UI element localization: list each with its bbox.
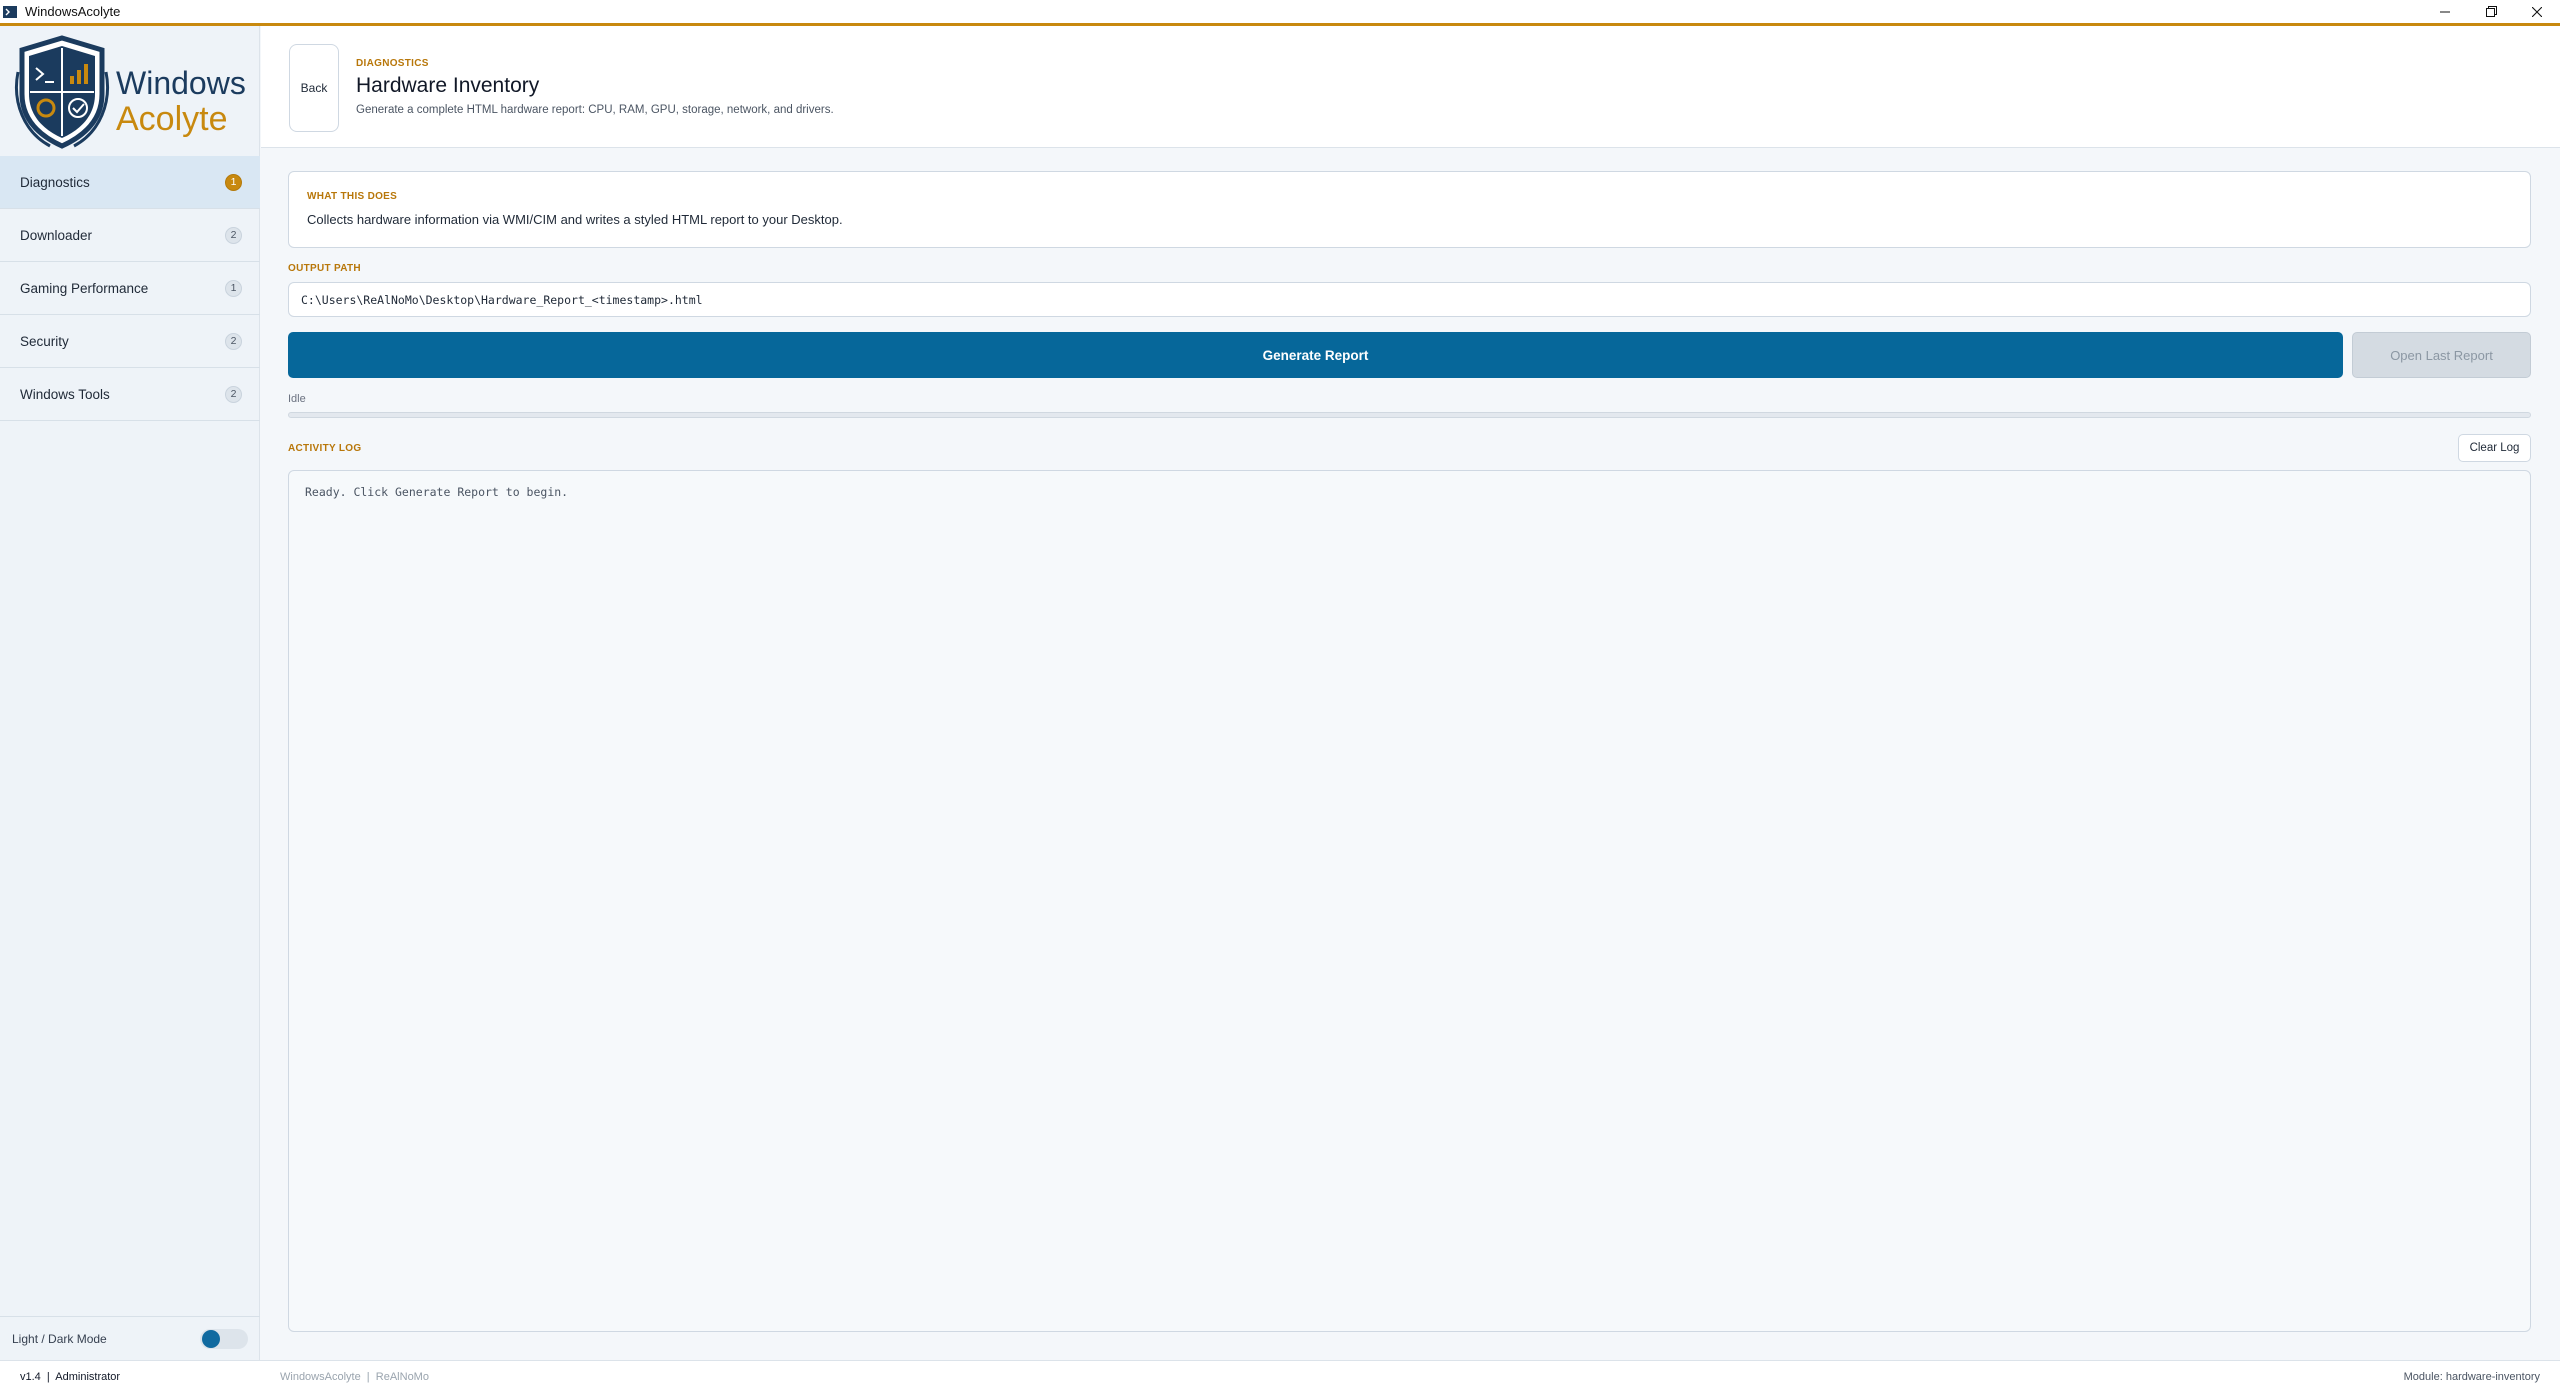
progress-bar xyxy=(288,412,2531,418)
info-caption: WHAT THIS DOES xyxy=(307,191,398,202)
sidebar-item-label: Downloader xyxy=(20,227,93,243)
sidebar-item-label: Gaming Performance xyxy=(20,280,149,296)
module-info: Module: hardware-inventory xyxy=(2403,1371,2540,1383)
count-badge: 2 xyxy=(225,332,242,350)
count-badge: 1 xyxy=(225,173,242,191)
back-button[interactable]: Back xyxy=(289,44,339,132)
close-icon[interactable] xyxy=(2514,0,2560,23)
logo-line2: Acolyte xyxy=(116,100,228,138)
sidebar-nav: Diagnostics 1 Downloader 2 Gaming Perfor… xyxy=(0,156,260,421)
restore-icon[interactable] xyxy=(2468,0,2514,23)
page-title: Hardware Inventory xyxy=(356,74,540,97)
count-badge: 2 xyxy=(225,385,242,403)
sidebar-item-diagnostics[interactable]: Diagnostics 1 xyxy=(0,156,260,209)
title-bar: WindowsAcolyte xyxy=(0,0,2560,23)
status-bar: v1.4 | Administrator WindowsAcolyte | Re… xyxy=(0,1360,2560,1392)
log-text: Ready. Click Generate Report to begin. xyxy=(305,485,569,499)
open-last-report-button[interactable]: Open Last Report xyxy=(2352,332,2531,378)
count-badge: 2 xyxy=(225,226,242,244)
minimize-icon[interactable] xyxy=(2422,0,2468,23)
output-path-field[interactable] xyxy=(288,282,2531,317)
sidebar-item-label: Windows Tools xyxy=(20,386,110,402)
app-logo: Windows Acolyte xyxy=(10,32,250,162)
sidebar-item-security[interactable]: Security 2 xyxy=(0,315,260,368)
sidebar: Windows Acolyte Diagnostics 1 Downloader… xyxy=(0,26,260,1360)
status-text: Idle xyxy=(288,393,306,405)
info-card: WHAT THIS DOES Collects hardware informa… xyxy=(288,171,2531,248)
activity-log[interactable]: Ready. Click Generate Report to begin. xyxy=(288,470,2531,1332)
theme-toggle[interactable] xyxy=(200,1328,248,1349)
count-badge: 1 xyxy=(225,279,242,297)
theme-toggle-label: Light / Dark Mode xyxy=(12,1331,107,1346)
app-credit: WindowsAcolyte | ReAlNoMo xyxy=(280,1371,429,1383)
page-header: Back DIAGNOSTICS Hardware Inventory Gene… xyxy=(261,26,2560,148)
window-title: WindowsAcolyte xyxy=(25,4,121,19)
sidebar-item-windows-tools[interactable]: Windows Tools 2 xyxy=(0,368,260,421)
theme-toggle-row: Light / Dark Mode xyxy=(0,1316,260,1360)
app-icon xyxy=(3,5,17,19)
sidebar-item-label: Security xyxy=(20,333,69,349)
output-path-label: OUTPUT PATH xyxy=(288,263,361,274)
sidebar-item-gaming-performance[interactable]: Gaming Performance 1 xyxy=(0,262,260,315)
breadcrumb: DIAGNOSTICS xyxy=(356,58,429,69)
logo-line1: Windows xyxy=(116,65,246,101)
toggle-knob xyxy=(202,1329,220,1348)
page-subtitle: Generate a complete HTML hardware report… xyxy=(356,104,834,116)
activity-log-label: ACTIVITY LOG xyxy=(288,443,362,454)
sidebar-item-label: Diagnostics xyxy=(20,174,90,190)
info-text: Collects hardware information via WMI/CI… xyxy=(307,212,843,227)
generate-report-button[interactable]: Generate Report xyxy=(288,332,2343,378)
version-info: v1.4 | Administrator xyxy=(20,1371,121,1383)
sidebar-item-downloader[interactable]: Downloader 2 xyxy=(0,209,260,262)
clear-log-button[interactable]: Clear Log xyxy=(2458,434,2531,462)
